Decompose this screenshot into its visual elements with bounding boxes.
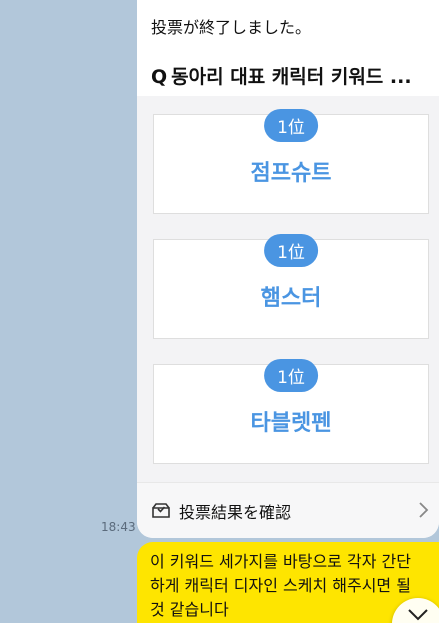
poll-question[interactable]: Q 동아리 대표 캐릭터 키워드 ... — [151, 62, 439, 89]
option-label: 타블렛펜 — [250, 411, 332, 436]
poll-option-3[interactable]: 1位 타블렛펜 — [153, 359, 429, 464]
message-timestamp: 18:43 — [101, 520, 136, 534]
view-results-button[interactable]: 投票結果を確認 — [137, 482, 439, 538]
poll-option-2[interactable]: 1位 햄스터 — [153, 234, 429, 339]
message-line: 이 키워드 세가지를 바탕으로 각자 간단 — [150, 552, 411, 571]
message-line: 하게 캐릭터 디자인 스케치 해주시면 될 — [150, 576, 411, 595]
chevron-down-icon — [408, 609, 428, 621]
poll-status-text: 投票が終了しました。 — [151, 18, 312, 37]
option-label: 점프슈트 — [250, 161, 332, 186]
question-mark: Q — [151, 66, 168, 88]
poll-question-text: 동아리 대표 캐릭터 키워드 ... — [171, 66, 412, 88]
rank-badge: 1位 — [264, 109, 318, 142]
poll-card: 投票が終了しました。 Q 동아리 대표 캐릭터 키워드 ... 1位 점프슈트 1… — [137, 0, 439, 538]
rank-badge: 1位 — [264, 234, 318, 267]
rank-badge: 1位 — [264, 359, 318, 392]
poll-options: 1位 점프슈트 1位 햄스터 1位 타블렛펜 — [137, 96, 439, 482]
chevron-right-icon — [417, 501, 429, 523]
message-bubble[interactable]: 이 키워드 세가지를 바탕으로 각자 간단 하게 캐릭터 디자인 스케치 해주시… — [137, 542, 439, 623]
results-label: 投票結果を確認 — [179, 503, 292, 522]
option-label: 햄스터 — [260, 286, 322, 311]
ballot-box-icon — [151, 501, 171, 523]
poll-option-1[interactable]: 1位 점프슈트 — [153, 109, 429, 214]
